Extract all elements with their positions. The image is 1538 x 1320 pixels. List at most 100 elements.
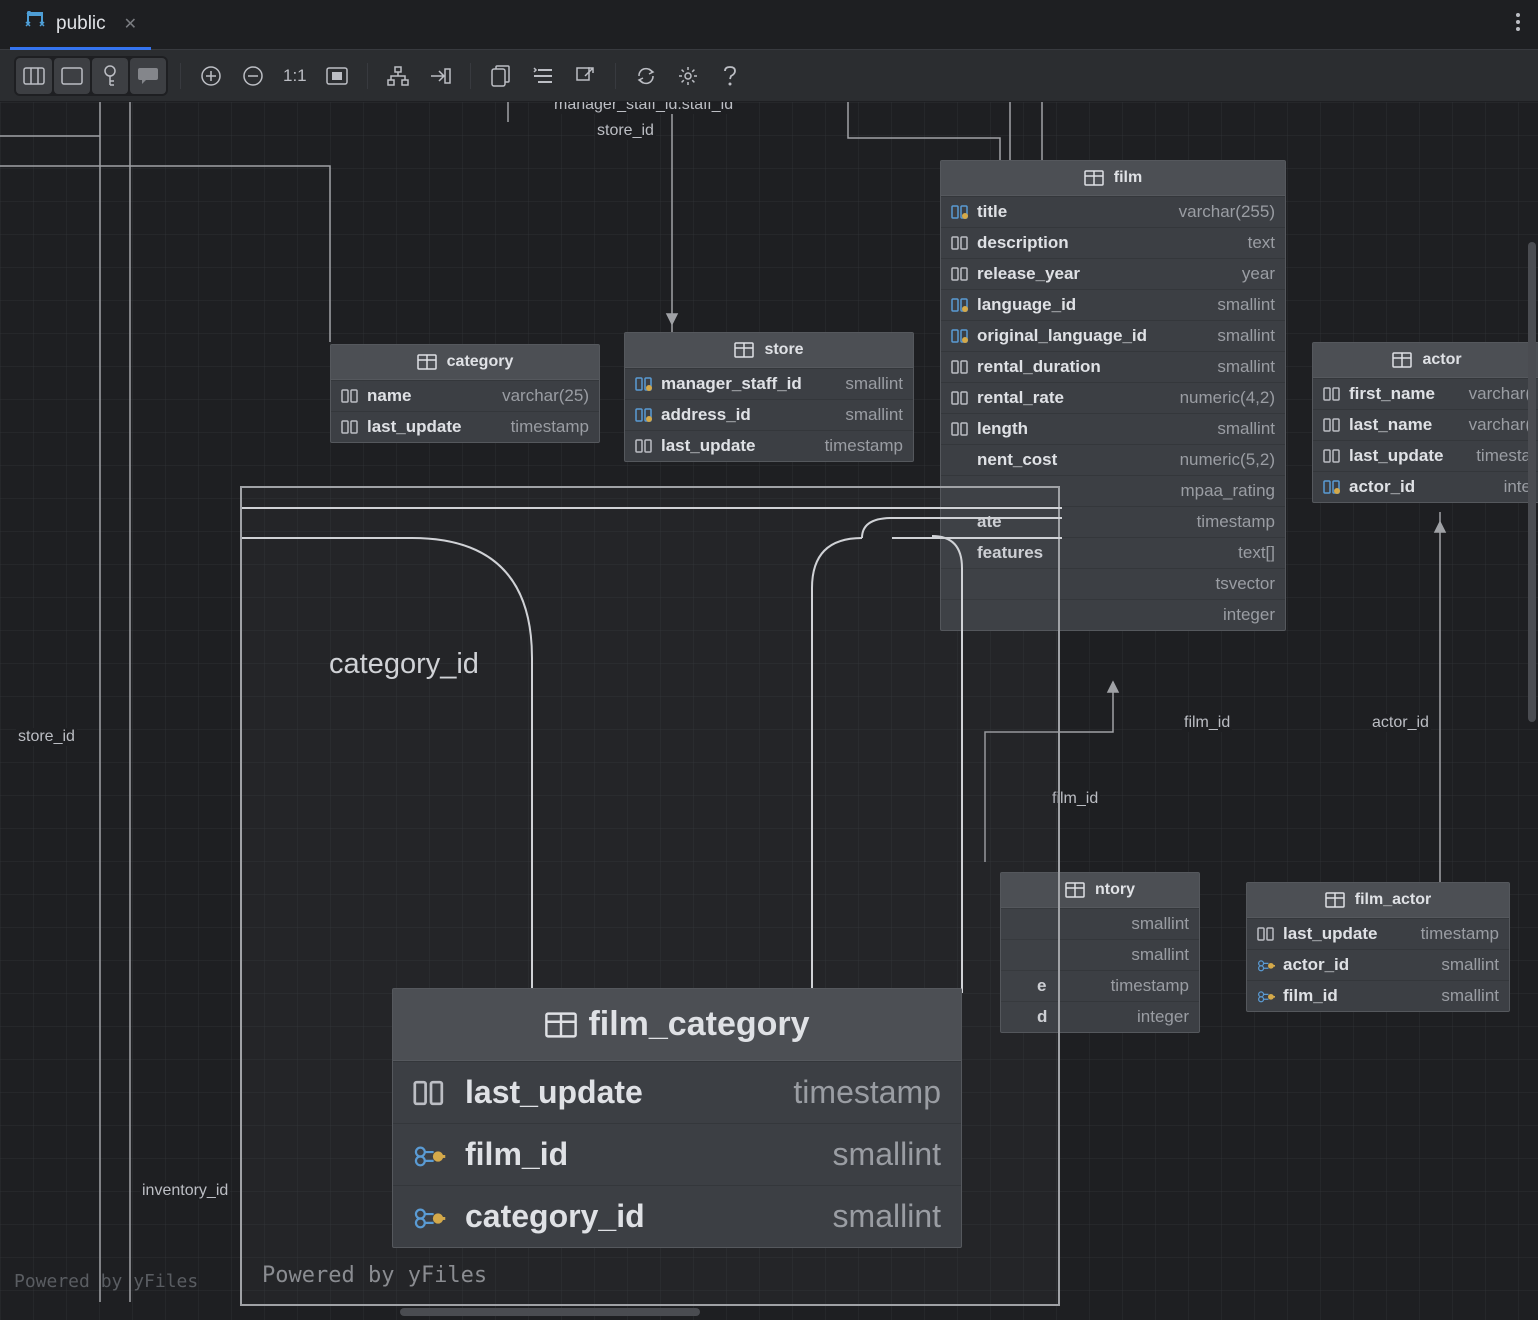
column-type: tsvector [1215,574,1275,594]
column-name: rental_rate [977,388,1172,408]
column-name: last_update [1283,924,1413,944]
column-type: smallint [1217,326,1275,346]
table-icon [1084,170,1104,186]
toolbar: 1:1 [0,50,1538,102]
column-type: varchar(25) [502,386,589,406]
entity-category[interactable]: category name varchar(25) last_update ti… [330,344,600,443]
entity-film-category[interactable]: film_category last_update timestamp film… [392,988,962,1248]
close-icon[interactable]: ✕ [124,14,137,34]
diagram-canvas[interactable]: store_id manager_staff_id:staff_id store… [0,102,1538,1320]
table-icon [1065,882,1085,898]
layout-button[interactable] [380,58,416,94]
watermark: Powered by yFiles [14,1271,198,1292]
column-type: smallint [1217,357,1275,377]
column-name: description [977,233,1240,253]
column-name: film_id [1283,986,1433,1006]
edge-label: inventory_id [140,1182,230,1200]
column-type: timesta [1476,446,1531,466]
column-name: release_year [977,264,1234,284]
column-type: timestamp [1111,976,1189,996]
schema-icon [24,11,46,36]
view-mode-group [14,56,168,96]
help-button[interactable] [712,58,748,94]
entity-header: film [941,161,1285,196]
entity-title: store [764,341,803,359]
tab-public[interactable]: public ✕ [10,1,151,50]
route-button[interactable] [422,58,458,94]
column-type: smallint [1441,986,1499,1006]
column-name: actor_id [1349,477,1496,497]
column-row: address_id smallint [625,399,913,430]
entity-actor[interactable]: actor first_namevarchar( last_namevarcha… [1312,342,1538,503]
column-name: first_name [1349,384,1461,404]
column-type: smallint [1131,914,1189,934]
column-row: film_id smallint [393,1123,961,1185]
column-type: numeric(4,2) [1180,388,1275,408]
horizontal-scrollbar[interactable] [400,1308,700,1316]
tab-menu-icon[interactable] [1508,5,1528,44]
export-button[interactable] [567,58,603,94]
edge-label: store_id [595,122,656,140]
vertical-scrollbar[interactable] [1528,242,1536,722]
minimap-panel[interactable]: category_id film_category last_update ti… [240,486,1060,1306]
column-name: last_update [1349,446,1468,466]
zoom-out-button[interactable] [235,58,271,94]
column-row: last_update timestamp [331,411,599,442]
table-icon [544,1012,578,1038]
watermark: Powered by yFiles [262,1263,487,1288]
column-name: language_id [977,295,1209,315]
column-type: mpaa_rating [1180,481,1275,501]
column-type: timestamp [511,417,589,437]
entity-title: category [447,353,514,371]
edge-label: actor_id [1370,714,1431,732]
column-icon [341,419,359,435]
column-name: original_language_id [977,326,1209,346]
entity-film-actor[interactable]: film_actor last_updatetimestamp actor_id… [1246,882,1510,1012]
zoom-in-button[interactable] [193,58,229,94]
entity-header: store [625,333,913,368]
single-view-button[interactable] [54,58,90,94]
column-type: integer [1223,605,1275,625]
refresh-button[interactable] [628,58,664,94]
table-icon [417,354,437,370]
tab-label: public [56,13,106,35]
column-name: last_update [367,417,503,437]
columns-view-button[interactable] [16,58,52,94]
table-icon [1392,352,1412,368]
zoom-reset-button[interactable]: 1:1 [277,66,313,86]
key-view-button[interactable] [92,58,128,94]
entity-header: film_category [393,989,961,1061]
entity-title: actor [1422,351,1461,369]
column-type: integer [1137,1007,1189,1027]
list-button[interactable] [525,58,561,94]
column-type: varchar( [1469,415,1531,435]
column-type: timestamp [1197,512,1275,532]
column-type: timestamp [793,1074,941,1111]
column-name: title [977,202,1171,222]
column-name: last_update [661,436,817,456]
comment-view-button[interactable] [130,58,166,94]
column-type: inte [1504,477,1531,497]
column-type: smallint [833,1198,941,1235]
copy-button[interactable] [483,58,519,94]
column-type: smallint [1217,419,1275,439]
entity-header: category [331,345,599,380]
column-name: rental_duration [977,357,1209,377]
column-type: year [1242,264,1275,284]
column-type: smallint [833,1136,941,1173]
column-row: manager_staff_id smallint [625,368,913,399]
key-icon [635,376,653,392]
settings-button[interactable] [670,58,706,94]
edge-label: store_id [16,728,77,746]
column-type: smallint [845,405,903,425]
entity-title: film_actor [1355,891,1431,909]
column-icon [341,388,359,404]
column-name: nent_cost [977,450,1172,470]
fit-content-button[interactable] [319,58,355,94]
column-name: name [367,386,494,406]
edge-label-zoom: category_id [327,648,481,681]
column-type: text[] [1238,543,1275,563]
column-name: manager_staff_id [661,374,837,394]
entity-store[interactable]: store manager_staff_id smallint address_… [624,332,914,462]
column-name: actor_id [1283,955,1433,975]
